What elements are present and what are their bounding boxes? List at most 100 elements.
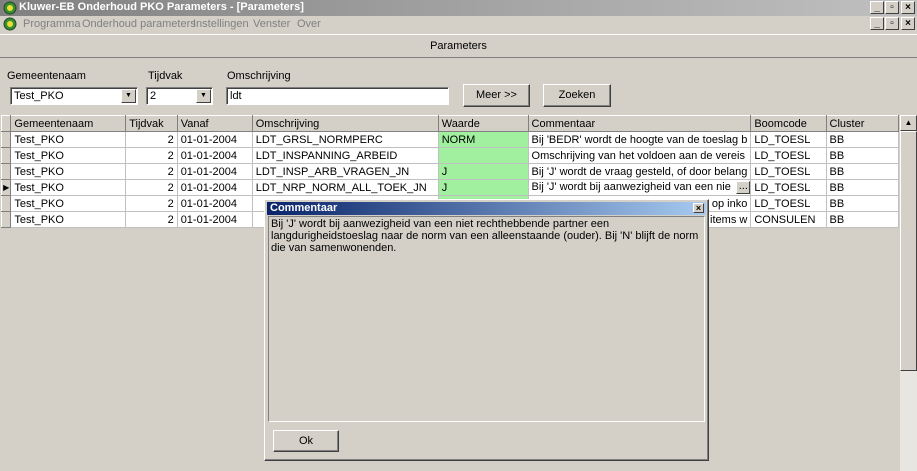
table-row[interactable]: Test_PKO 2 01-01-2004 LDT_GRSL_NORMPERC … <box>0 131 900 148</box>
column-header[interactable]: Cluster <box>825 115 900 132</box>
menu-instellingen[interactable]: Instellingen <box>193 18 249 30</box>
cell-commentaar[interactable]: Bij 'J' wordt de vraag gesteld, of door … <box>527 163 752 180</box>
cell-omschrijving[interactable]: LDT_NRP_NORM_ALL_TOEK_JN <box>251 179 439 196</box>
cell-tijdvak[interactable]: 2 <box>125 163 178 180</box>
row-indicator[interactable] <box>0 211 12 228</box>
menu-programma[interactable]: Programma <box>23 18 80 30</box>
cell-omschrijving[interactable]: LDT_GRSL_NORMPERC <box>251 131 439 148</box>
commentaar-memo[interactable]: Bij 'J' wordt bij aanwezigheid van een n… <box>268 216 705 422</box>
close-button[interactable]: × <box>901 1 915 14</box>
app-icon <box>3 1 17 15</box>
cell-vanaf[interactable]: 01-01-2004 <box>176 147 253 164</box>
cell-gemeentenaam[interactable]: Test_PKO <box>10 211 127 228</box>
minimize-button[interactable]: _ <box>870 1 884 14</box>
child-minimize-button[interactable]: _ <box>870 17 884 30</box>
cell-tijdvak[interactable]: 2 <box>125 211 178 228</box>
cell-cluster[interactable]: BB <box>825 163 900 180</box>
menu-bar: Programma Onderhoud parameters Instellin… <box>0 16 917 33</box>
cell-cluster[interactable]: BB <box>825 131 900 148</box>
cell-vanaf[interactable]: 01-01-2004 <box>176 195 253 212</box>
form-caption: Parameters <box>430 40 487 52</box>
gemeentenaam-select[interactable]: Test_PKO ▼ <box>10 87 138 105</box>
cell-waarde[interactable]: J <box>437 163 529 180</box>
cell-gemeentenaam[interactable]: Test_PKO <box>10 195 127 212</box>
ellipsis-button[interactable]: ... <box>736 181 750 194</box>
row-indicator[interactable] <box>0 131 12 148</box>
child-maximize-button[interactable]: ▫ <box>885 17 899 30</box>
tijdvak-label: Tijdvak <box>148 70 183 82</box>
table-row[interactable]: Test_PKO 2 01-01-2004 LDT_INSP_ARB_VRAGE… <box>0 163 900 180</box>
title-bar: Kluwer-EB Onderhoud PKO Parameters - [Pa… <box>0 0 917 16</box>
row-indicator[interactable] <box>0 147 12 164</box>
cell-boomcode[interactable]: LD_TOESL <box>750 195 827 212</box>
cell-gemeentenaam[interactable]: Test_PKO <box>10 163 127 180</box>
cell-boomcode[interactable]: CONSULEN <box>750 211 827 228</box>
zoeken-button[interactable]: Zoeken <box>543 84 611 107</box>
cell-cluster[interactable]: BB <box>825 211 900 228</box>
cell-omschrijving[interactable]: LDT_INSP_ARB_VRAGEN_JN <box>251 163 439 180</box>
cell-omschrijving[interactable]: LDT_INSPANNING_ARBEID <box>251 147 439 164</box>
column-header[interactable]: Waarde <box>437 115 529 132</box>
child-close-button[interactable]: × <box>901 17 915 30</box>
cell-vanaf[interactable]: 01-01-2004 <box>176 179 253 196</box>
window-title: Kluwer-EB Onderhoud PKO Parameters - [Pa… <box>19 1 304 13</box>
omschrijving-value: ldt <box>230 90 242 102</box>
meer-button[interactable]: Meer >> <box>463 84 530 107</box>
menu-venster[interactable]: Venster <box>253 18 290 30</box>
table-header-row: Gemeentenaam Tijdvak Vanaf Omschrijving … <box>0 115 900 132</box>
cell-vanaf[interactable]: 01-01-2004 <box>176 163 253 180</box>
gemeentenaam-value: Test_PKO <box>14 90 64 102</box>
cell-commentaar[interactable]: Bij 'BEDR' wordt de hoogte van de toesla… <box>527 131 752 148</box>
document-icon[interactable] <box>3 17 17 31</box>
cell-gemeentenaam[interactable]: Test_PKO <box>10 179 127 196</box>
cell-tijdvak[interactable]: 2 <box>125 131 178 148</box>
cell-vanaf[interactable]: 01-01-2004 <box>176 131 253 148</box>
dialog-title-bar: Commentaar × <box>267 202 706 215</box>
dialog-close-icon[interactable]: × <box>693 203 704 213</box>
chevron-down-icon[interactable]: ▼ <box>196 89 211 103</box>
cell-vanaf[interactable]: 01-01-2004 <box>176 211 253 228</box>
current-row-pointer-icon[interactable]: ▶ <box>0 179 12 196</box>
column-header[interactable]: Commentaar <box>527 115 752 132</box>
maximize-button[interactable]: ▫ <box>885 1 899 14</box>
column-header[interactable]: Gemeentenaam <box>10 115 127 132</box>
cell-commentaar[interactable]: Omschrijving van het voldoen aan de vere… <box>527 147 752 164</box>
gemeentenaam-label: Gemeentenaam <box>7 70 86 82</box>
cell-commentaar-text: Bij 'J' wordt bij aanwezigheid van een n… <box>531 181 731 193</box>
cell-gemeentenaam[interactable]: Test_PKO <box>10 131 127 148</box>
column-header[interactable]: Omschrijving <box>251 115 439 132</box>
column-header[interactable]: Tijdvak <box>125 115 178 132</box>
row-indicator[interactable] <box>0 163 12 180</box>
cell-waarde[interactable]: NORM <box>437 131 529 148</box>
tijdvak-value: 2 <box>150 90 157 102</box>
table-row-current[interactable]: ▶ Test_PKO 2 01-01-2004 LDT_NRP_NORM_ALL… <box>0 179 900 196</box>
chevron-down-icon[interactable]: ▼ <box>121 89 136 103</box>
cell-cluster[interactable]: BB <box>825 147 900 164</box>
cell-boomcode[interactable]: LD_TOESL <box>750 179 827 196</box>
cell-tijdvak[interactable]: 2 <box>125 147 178 164</box>
menu-over[interactable]: Over <box>297 18 321 30</box>
column-header[interactable]: Boomcode <box>750 115 827 132</box>
dialog-title: Commentaar <box>270 202 338 214</box>
cell-tijdvak[interactable]: 2 <box>125 195 178 212</box>
column-header[interactable]: Vanaf <box>176 115 253 132</box>
menu-onderhoud-parameters[interactable]: Onderhoud parameters <box>82 18 196 30</box>
vertical-scrollbar[interactable]: ▲ <box>900 115 917 471</box>
table-row[interactable]: Test_PKO 2 01-01-2004 LDT_INSPANNING_ARB… <box>0 147 900 164</box>
cell-cluster[interactable]: BB <box>825 179 900 196</box>
cell-waarde[interactable]: J <box>437 179 529 196</box>
scroll-up-arrow-icon[interactable]: ▲ <box>900 115 917 131</box>
scroll-thumb[interactable] <box>900 131 917 371</box>
ok-button[interactable]: Ok <box>273 430 339 452</box>
cell-boomcode[interactable]: LD_TOESL <box>750 147 827 164</box>
tijdvak-select[interactable]: 2 ▼ <box>146 87 213 105</box>
cell-gemeentenaam[interactable]: Test_PKO <box>10 147 127 164</box>
cell-tijdvak[interactable]: 2 <box>125 179 178 196</box>
cell-waarde[interactable] <box>437 147 529 164</box>
cell-cluster[interactable]: BB <box>825 195 900 212</box>
cell-commentaar[interactable]: Bij 'J' wordt bij aanwezigheid van een n… <box>527 179 752 196</box>
omschrijving-input[interactable]: ldt <box>226 87 449 105</box>
row-indicator[interactable] <box>0 195 12 212</box>
cell-boomcode[interactable]: LD_TOESL <box>750 131 827 148</box>
cell-boomcode[interactable]: LD_TOESL <box>750 163 827 180</box>
